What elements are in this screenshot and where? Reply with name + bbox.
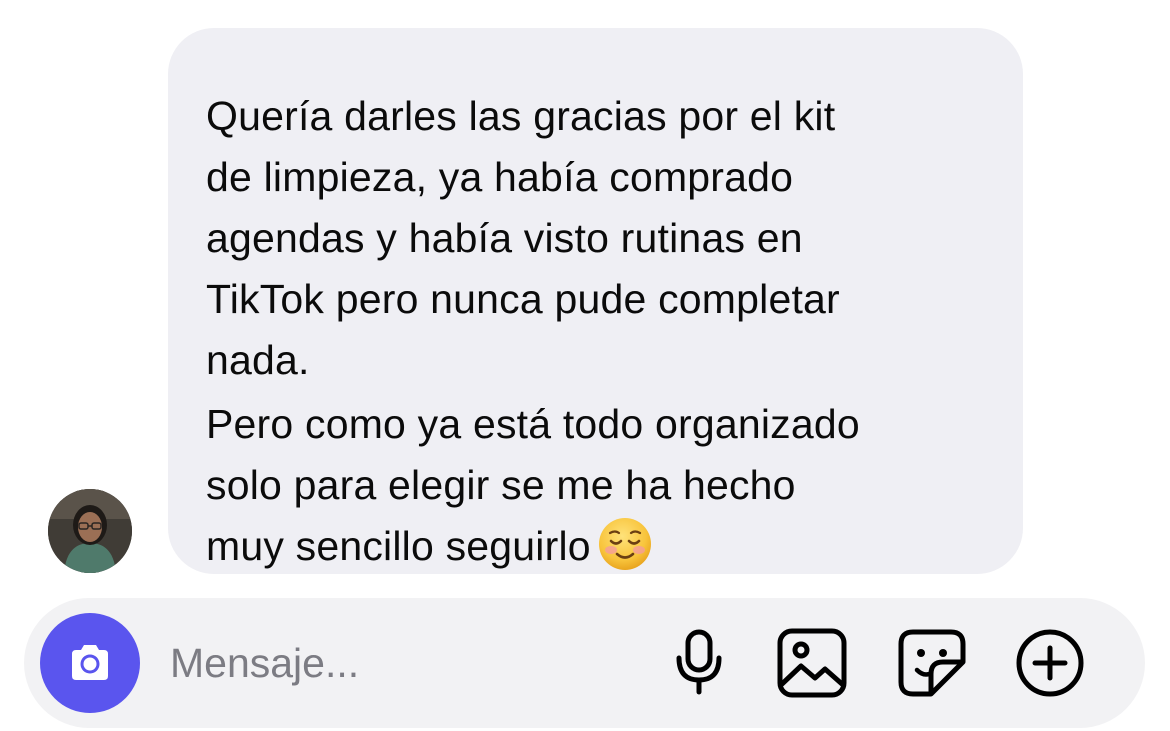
camera-button[interactable]: [40, 613, 140, 713]
chat-thread: Quería darles las gracias por el kit de …: [0, 0, 1170, 731]
message-paragraph-1: Quería darles las gracias por el kit de …: [206, 93, 840, 383]
message-bubble[interactable]: Quería darles las gracias por el kit de …: [168, 28, 1023, 574]
sticker-button[interactable]: [895, 626, 969, 700]
message-paragraph-2-text: Pero como ya está todo organizado solo p…: [206, 401, 860, 569]
voice-message-button[interactable]: [662, 626, 736, 700]
camera-icon: [72, 645, 108, 680]
message-input[interactable]: [170, 626, 630, 700]
message-paragraph-2: Pero como ya está todo organizado solo p…: [206, 394, 987, 577]
sticker-icon: [898, 629, 966, 697]
avatar-image: [48, 489, 132, 573]
more-options-button[interactable]: [1013, 626, 1087, 700]
smiling-face-icon: [597, 516, 653, 572]
microphone-icon: [676, 629, 722, 695]
message-composer: [24, 598, 1145, 728]
gallery-button[interactable]: [775, 626, 849, 700]
avatar[interactable]: [48, 489, 132, 573]
image-icon: [777, 628, 847, 698]
plus-circle-icon: [1016, 629, 1084, 697]
